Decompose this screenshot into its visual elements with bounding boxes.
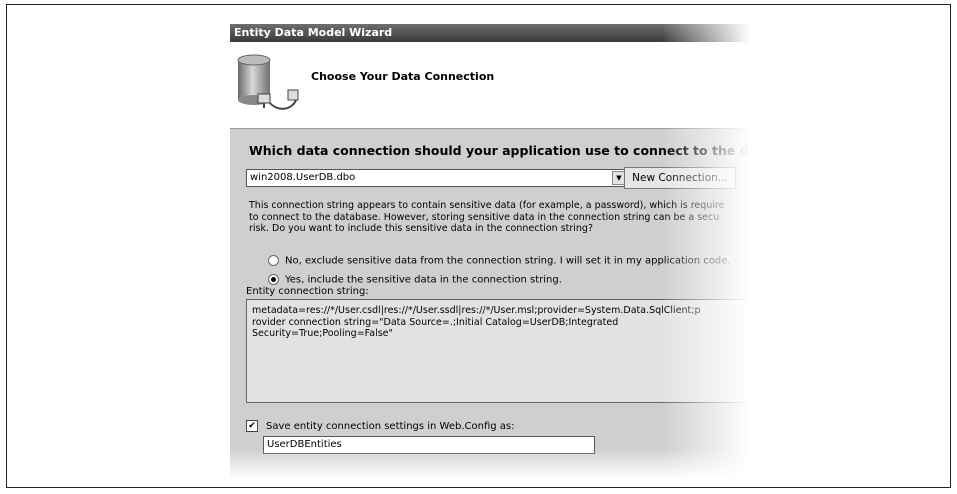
connection-question: Which data connection should your applic…: [249, 143, 750, 158]
note-line: risk. Do you want to include this sensit…: [249, 223, 594, 234]
connection-dropdown[interactable]: win2008.UserDB.dbo ▼: [246, 169, 628, 187]
radio-label: Yes, include the sensitive data in the c…: [285, 274, 562, 286]
entity-connection-string-box[interactable]: metadata=res://*/User.csdl|res://*/User.…: [246, 299, 750, 403]
new-connection-button[interactable]: New Connection...: [624, 167, 736, 189]
wizard-header: Choose Your Data Connection: [230, 42, 750, 129]
connection-string-line: Security=True;Pooling=False": [252, 328, 393, 339]
radio-label: No, exclude sensitive data from the conn…: [285, 255, 731, 267]
save-settings-checkbox-row[interactable]: ✔ Save entity connection settings in Web.…: [246, 420, 515, 432]
note-line: This connection string appears to contai…: [249, 200, 725, 211]
radio-button[interactable]: [268, 255, 279, 266]
database-connection-icon: [236, 54, 302, 118]
radio-exclude-sensitive[interactable]: No, exclude sensitive data from the conn…: [268, 255, 731, 267]
sensitive-data-note: This connection string appears to contai…: [249, 200, 749, 235]
note-line: to connect to the database. However, sto…: [249, 211, 720, 223]
entity-connection-label: Entity connection string:: [246, 286, 369, 297]
radio-include-sensitive[interactable]: Yes, include the sensitive data in the c…: [268, 274, 562, 286]
wizard-body: Which data connection should your applic…: [230, 129, 750, 479]
wizard-dialog: Entity Data Model Wizard Choose Your Dat…: [230, 24, 750, 479]
connection-string-line: rovider connection string="Data Source=.…: [252, 316, 619, 328]
dialog-content: Entity Data Model Wizard Choose Your Dat…: [230, 24, 750, 479]
title-bar: Entity Data Model Wizard: [230, 24, 750, 42]
checkbox-checked-icon[interactable]: ✔: [246, 420, 258, 432]
radio-button-selected[interactable]: [268, 274, 279, 285]
header-title: Choose Your Data Connection: [311, 70, 495, 83]
connection-string-line: metadata=res://*/User.csdl|res://*/User.…: [252, 305, 701, 316]
config-name-input[interactable]: UserDBEntities: [263, 436, 595, 454]
save-settings-label: Save entity connection settings in Web.C…: [266, 421, 515, 432]
connection-dropdown-value: win2008.UserDB.dbo: [250, 172, 356, 183]
